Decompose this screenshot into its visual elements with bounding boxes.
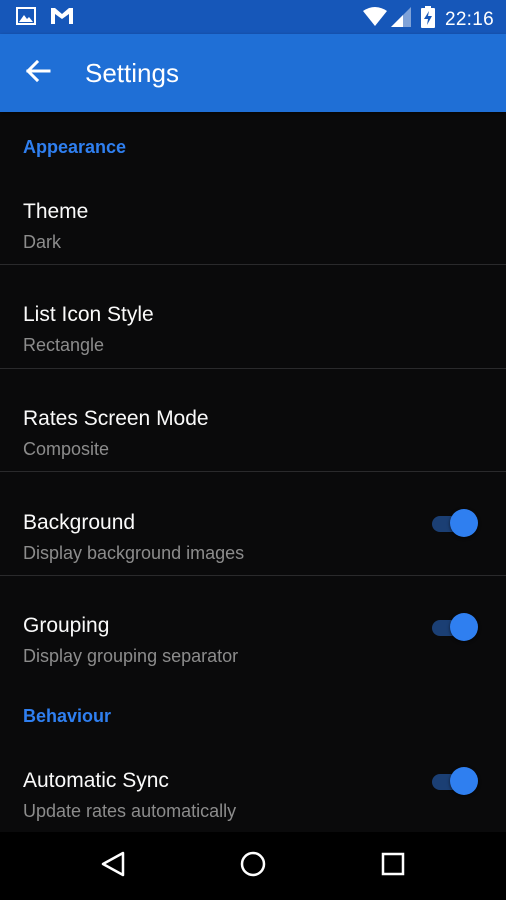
app-bar: Settings xyxy=(0,34,506,112)
setting-title: List Icon Style xyxy=(23,303,154,326)
setting-description: Display background images xyxy=(23,543,245,563)
battery-charging-icon xyxy=(420,6,435,33)
toggle-thumb xyxy=(450,509,478,537)
nav-back-button[interactable] xyxy=(93,846,133,886)
grouping-toggle[interactable] xyxy=(432,613,478,641)
gmail-icon xyxy=(50,7,74,30)
background-toggle[interactable] xyxy=(432,509,478,537)
setting-background[interactable]: Background Display background images xyxy=(0,485,506,588)
arrow-back-icon xyxy=(25,59,51,88)
home-circle-icon xyxy=(239,850,267,883)
setting-title: Rates Screen Mode xyxy=(23,407,209,430)
automatic-sync-toggle[interactable] xyxy=(432,767,478,795)
setting-value: Composite xyxy=(23,439,110,459)
setting-description: Display grouping separator xyxy=(23,646,239,666)
wifi-icon xyxy=(362,7,387,32)
cell-signal-icon xyxy=(390,7,411,32)
status-bar: 22:16 xyxy=(0,0,506,34)
setting-automatic-sync[interactable]: Automatic Sync Update rates automaticall… xyxy=(0,743,506,832)
toggle-thumb xyxy=(450,767,478,795)
setting-description: Update rates automatically xyxy=(23,801,237,821)
nav-home-button[interactable] xyxy=(233,846,273,886)
divider xyxy=(0,575,506,576)
setting-title: Background xyxy=(23,511,136,534)
setting-value: Dark xyxy=(23,232,62,252)
status-time: 22:16 xyxy=(444,8,494,30)
nav-recents-button[interactable] xyxy=(373,846,413,886)
setting-title: Grouping xyxy=(23,614,110,637)
setting-value: Rectangle xyxy=(23,335,105,355)
divider xyxy=(0,368,506,369)
divider xyxy=(0,471,506,472)
settings-list: Appearance Theme Dark List Icon Style Re… xyxy=(0,112,506,832)
setting-grouping[interactable]: Grouping Display grouping separator xyxy=(0,588,506,691)
back-button[interactable] xyxy=(14,49,62,97)
setting-theme[interactable]: Theme Dark xyxy=(0,174,506,277)
section-header-behaviour: Behaviour xyxy=(23,706,112,726)
divider xyxy=(0,264,506,265)
image-icon xyxy=(16,7,36,30)
back-triangle-icon xyxy=(100,850,126,883)
setting-title: Theme xyxy=(23,200,89,223)
navigation-bar xyxy=(0,832,506,900)
page-title: Settings xyxy=(85,58,179,88)
setting-rates-screen-mode[interactable]: Rates Screen Mode Composite xyxy=(0,381,506,484)
toggle-thumb xyxy=(450,613,478,641)
setting-title: Automatic Sync xyxy=(23,769,169,792)
recents-square-icon xyxy=(380,851,406,882)
setting-list-icon-style[interactable]: List Icon Style Rectangle xyxy=(0,277,506,380)
section-header-appearance: Appearance xyxy=(23,137,127,157)
